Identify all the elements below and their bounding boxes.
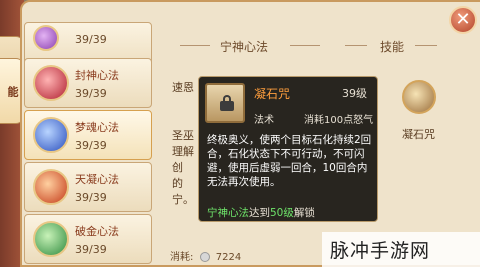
section-title-mind-method: 宁神心法 xyxy=(220,40,269,54)
lock-icon xyxy=(220,95,234,111)
skill-icon xyxy=(33,117,69,153)
close-button[interactable]: ✕ xyxy=(449,6,477,34)
unlock-text: 解锁 xyxy=(293,207,315,219)
unlock-method-name: 宁神心法 xyxy=(207,207,249,219)
silver-coin-icon xyxy=(199,252,210,262)
divider xyxy=(415,45,437,46)
section-title-skills: 技能 xyxy=(380,40,405,54)
skill-tooltip: 凝石咒 39级 法术 消耗100点怒气 终极奥义，使两个目标石化持续2回合，石化… xyxy=(198,76,378,222)
skill-level: 39/39 xyxy=(75,139,107,152)
skill-icon xyxy=(33,25,59,51)
skill-level: 39/39 xyxy=(75,243,107,256)
skill-name: 破金心法 xyxy=(75,225,119,238)
tooltip-skill-cost: 消耗100点怒气 xyxy=(304,115,374,126)
unlock-text: 达到 xyxy=(249,207,270,219)
skill-list-item[interactable]: 封神心法 39/39 xyxy=(24,58,152,108)
cost-label: 消耗: xyxy=(170,252,194,263)
unlock-level: 50级 xyxy=(270,207,294,219)
skill-name: 天凝心法 xyxy=(75,173,119,186)
skill-icon xyxy=(33,221,69,257)
skill-list-item[interactable]: 天凝心法 39/39 xyxy=(24,162,152,212)
petrify-skill-icon[interactable] xyxy=(402,80,436,114)
divider xyxy=(290,45,320,46)
skill-level: 39/39 xyxy=(75,191,107,204)
tooltip-skill-name: 凝石咒 xyxy=(254,87,291,101)
skill-list-item[interactable]: 梦魂心法 39/39 xyxy=(24,110,152,160)
locked-skill-icon xyxy=(205,83,245,123)
tooltip-description: 终极奥义，使两个目标石化持续2回合，石化状态下不可行动，不可闪避，使用后虚弱一回… xyxy=(207,134,372,188)
right-skill-label: 凝石咒 xyxy=(402,128,435,141)
skill-list: 39/39 封神心法 39/39 梦魂心法 39/39 天凝心法 39/39 破… xyxy=(24,22,154,267)
cost-value: 7224 xyxy=(215,252,242,263)
cost-row: 消耗: 7224 xyxy=(170,248,241,263)
skill-name: 梦魂心法 xyxy=(75,121,119,134)
skill-icon xyxy=(33,169,69,205)
watermark-text: 脉冲手游网 xyxy=(330,240,431,262)
divider xyxy=(345,45,367,46)
tooltip-skill-level: 39级 xyxy=(342,87,367,100)
skill-icon xyxy=(33,65,69,101)
tooltip-unlock-condition: 宁神心法达到50级解锁 xyxy=(207,205,315,220)
skill-name: 封神心法 xyxy=(75,69,119,82)
body-text-fragment: 速恩 xyxy=(172,81,194,94)
body-text-fragment: 圣巫 理解 创 的 宁。 xyxy=(172,129,194,206)
tooltip-skill-type: 法术 xyxy=(254,115,274,126)
skill-level: 39/39 xyxy=(75,33,107,46)
skill-list-item[interactable]: 破金心法 39/39 xyxy=(24,214,152,264)
divider xyxy=(180,45,210,46)
skill-level: 39/39 xyxy=(75,87,107,100)
